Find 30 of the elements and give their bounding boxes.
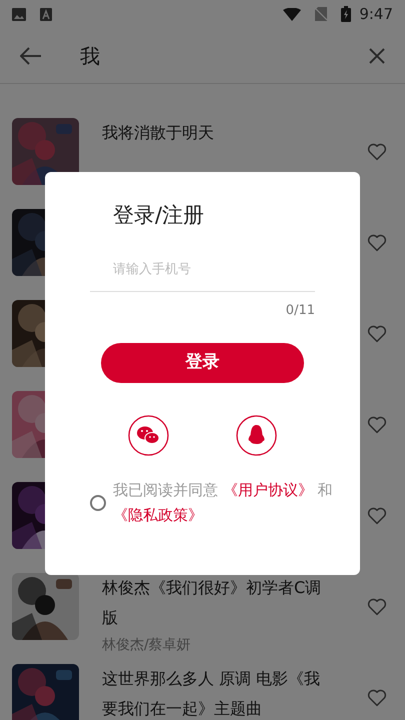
heart-icon[interactable] [367, 506, 387, 524]
agree-radio[interactable] [90, 494, 106, 510]
dialog-title: 登录/注册 [113, 202, 206, 229]
song-title[interactable]: 这世界那么多人 原调 电影《我要我们在一起》主题曲 [102, 664, 344, 720]
back-icon[interactable] [20, 46, 42, 64]
heart-icon[interactable] [367, 598, 387, 616]
user-agreement-link[interactable]: 《用户协议》 [222, 480, 313, 498]
heart-icon[interactable] [367, 142, 387, 160]
wifi-icon [283, 8, 302, 20]
login-button[interactable]: 登录 [101, 342, 304, 382]
font-icon [40, 8, 52, 20]
heart-icon[interactable] [367, 416, 387, 434]
song-title[interactable]: 我将消散于明天 [102, 118, 344, 148]
agreement-text: 我已阅读并同意 《用户协议》 和 《隐私政策》 [113, 480, 334, 526]
song-artist: 林俊杰/蔡卓妍 [102, 636, 192, 655]
image-icon [12, 8, 26, 20]
heart-icon[interactable] [367, 324, 387, 342]
penguin-icon[interactable] [236, 414, 277, 456]
heart-icon[interactable] [367, 688, 387, 706]
search-field[interactable]: 我 [80, 40, 369, 70]
phone-field[interactable]: 请输入手机号 [90, 260, 315, 292]
wechat-icon[interactable] [128, 414, 169, 456]
song-title[interactable]: 林俊杰《我们很好》初学者C调版 [102, 573, 344, 633]
no-sim-icon [315, 7, 328, 21]
status-time: 9:47 [359, 4, 393, 25]
privacy-policy-link[interactable]: 《隐私政策》 [113, 506, 203, 524]
battery-icon [341, 6, 352, 22]
close-icon[interactable] [369, 48, 385, 64]
char-counter: 0/11 [286, 302, 315, 320]
heart-icon[interactable] [367, 234, 387, 252]
